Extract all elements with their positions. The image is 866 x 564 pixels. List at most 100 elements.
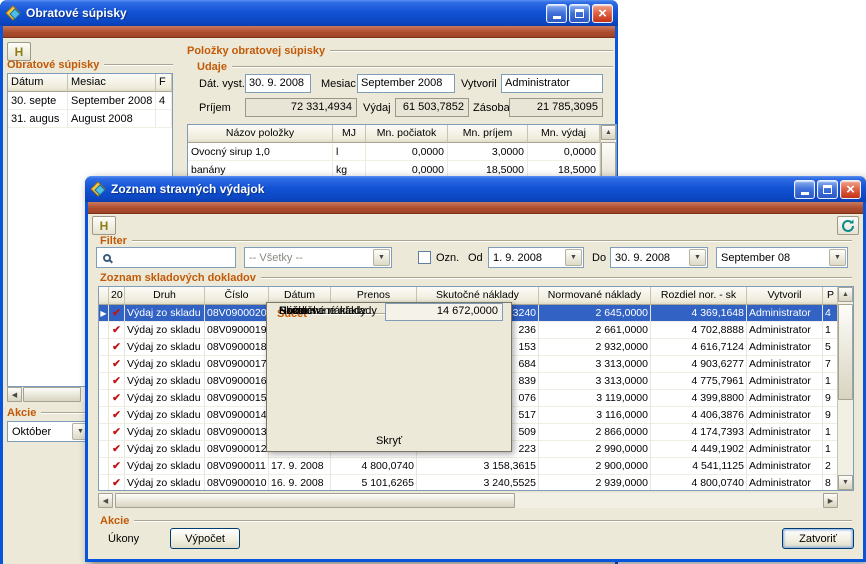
cell-normovane: 2 939,0000 <box>539 475 651 491</box>
check-icon[interactable]: ✔ <box>109 458 125 475</box>
column-header-mn-pociatok[interactable]: Mn. počiatok <box>366 125 448 143</box>
cell-normovane: 3 119,0000 <box>539 390 651 407</box>
date-from-picker[interactable]: 1. 9. 2008 <box>488 247 584 268</box>
search-input[interactable] <box>114 252 232 264</box>
column-header-mn-prijem[interactable]: Mn. príjem <box>448 125 528 143</box>
scroll-left-icon[interactable] <box>98 493 113 508</box>
check-icon[interactable]: ✔ <box>109 373 125 390</box>
cell-vytvoril: Administrator <box>747 339 823 356</box>
column-header-normovane[interactable]: Normované náklady <box>539 287 651 305</box>
cell-vytvoril: Administrator <box>747 458 823 475</box>
check-icon[interactable]: ✔ <box>109 390 125 407</box>
close-icon <box>846 182 855 197</box>
column-header-datum[interactable]: Dátum <box>8 74 68 92</box>
cell-druh: Výdaj zo skladu <box>125 339 205 356</box>
cell-mn-pociatok: 0,0000 <box>366 143 448 161</box>
scroll-up-icon[interactable] <box>838 287 853 302</box>
zatvorit-button[interactable]: Zatvoriť <box>782 528 854 549</box>
items-table-body: Ovocný sirup 1,0 l 0,0000 3,0000 0,0000 … <box>188 143 616 179</box>
grid-hscrollbar[interactable] <box>98 493 854 508</box>
column-header-check[interactable]: 20 <box>109 287 125 305</box>
list-item[interactable]: 30. septe September 2008 4 <box>8 92 172 110</box>
check-icon[interactable]: ✔ <box>109 322 125 339</box>
chevron-down-icon[interactable] <box>829 249 846 266</box>
date-from-value: 1. 9. 2008 <box>489 252 564 264</box>
refresh-button[interactable] <box>837 216 859 235</box>
vscroll-thumb[interactable] <box>838 304 853 400</box>
column-header-mn-vydaj[interactable]: Mn. výdaj <box>528 125 600 143</box>
maximize-button[interactable] <box>817 180 838 199</box>
check-icon[interactable]: ✔ <box>109 407 125 424</box>
check-icon[interactable]: ✔ <box>109 356 125 373</box>
hide-button[interactable]: Skryť <box>267 435 511 447</box>
cell-rozdiel: 4 616,7124 <box>651 339 747 356</box>
grid-vscrollbar[interactable] <box>837 287 853 490</box>
close-button[interactable] <box>840 180 861 199</box>
label-mesiac: Mesiac <box>321 78 356 90</box>
cell-cislo: 08V0900017 <box>205 356 269 373</box>
list-item[interactable]: 31. augus August 2008 <box>8 110 172 128</box>
check-icon[interactable]: ✔ <box>109 441 125 458</box>
date-to-picker[interactable]: 30. 9. 2008 <box>610 247 708 268</box>
chevron-down-icon[interactable] <box>565 249 582 266</box>
cell-normovane: 2 645,0000 <box>539 305 651 322</box>
column-header-mesiac[interactable]: Mesiac <box>68 74 156 92</box>
table-row[interactable]: Ovocný sirup 1,0 l 0,0000 3,0000 0,0000 <box>188 143 616 161</box>
table-row[interactable]: ✔ Výdaj zo skladu 08V0900010 16. 9. 2008… <box>99 475 839 491</box>
check-icon[interactable]: ✔ <box>109 424 125 441</box>
column-header-cislo[interactable]: Číslo <box>205 287 269 305</box>
column-header-vytvoril[interactable]: Vytvoril <box>747 287 823 305</box>
cell-cislo: 08V0900012 <box>205 441 269 458</box>
cell-datum: 30. septe <box>8 92 68 110</box>
cell-rozdiel: 4 800,0740 <box>651 475 747 491</box>
scroll-left-icon[interactable] <box>7 387 22 402</box>
cell-druh: Výdaj zo skladu <box>125 373 205 390</box>
column-header-nazov[interactable]: Názov položky <box>188 125 333 143</box>
hscroll-thumb[interactable] <box>23 387 81 402</box>
month-dropdown[interactable]: September 08 <box>716 247 848 268</box>
vypocet-button[interactable]: Výpočet <box>170 528 240 549</box>
scroll-down-icon[interactable] <box>838 475 853 490</box>
column-header-f[interactable]: F <box>156 74 172 92</box>
column-header-rozdiel[interactable]: Rozdiel nor. - sk <box>651 287 747 305</box>
cell-nazov: Ovocný sirup 1,0 <box>188 143 333 161</box>
h-button[interactable]: H <box>92 216 116 235</box>
search-box[interactable] <box>96 247 236 268</box>
ukony-button[interactable]: Úkony <box>102 529 145 549</box>
column-header-selector[interactable] <box>99 287 109 305</box>
column-header-druh[interactable]: Druh <box>125 287 205 305</box>
ozn-checkbox[interactable] <box>418 251 431 264</box>
cell-cislo: 08V0900018 <box>205 339 269 356</box>
back-titlebar[interactable]: Obratové súpisky <box>0 0 618 26</box>
group-label-akcie-back: Akcie <box>7 407 36 419</box>
row-selector-icon <box>99 441 109 458</box>
sum-field-label: Réžia <box>279 305 307 317</box>
check-icon[interactable]: ✔ <box>109 305 125 322</box>
field-dat-vyst[interactable]: 30. 9. 2008 <box>245 74 311 93</box>
check-icon[interactable]: ✔ <box>109 339 125 356</box>
close-button[interactable] <box>592 4 613 23</box>
field-vytvoril[interactable]: Administrator <box>501 74 603 93</box>
group-label-akcie: Akcie <box>100 515 129 527</box>
front-titlebar[interactable]: Zoznam stravných výdajok <box>85 176 866 202</box>
month-dropdown-back[interactable]: Október <box>7 421 91 442</box>
minimize-button[interactable] <box>794 180 815 199</box>
maximize-button[interactable] <box>569 4 590 23</box>
row-selector-icon <box>99 373 109 390</box>
cell-normovane: 3 313,0000 <box>539 356 651 373</box>
row-selector-icon <box>99 424 109 441</box>
type-dropdown[interactable]: -- Všetky -- <box>244 247 392 268</box>
cell-cislo: 08V0900010 <box>205 475 269 491</box>
check-icon[interactable]: ✔ <box>109 475 125 491</box>
chevron-down-icon[interactable] <box>373 249 390 266</box>
column-header-mj[interactable]: MJ <box>333 125 366 143</box>
label-od: Od <box>468 252 483 264</box>
scroll-right-icon[interactable] <box>823 493 838 508</box>
minimize-button[interactable] <box>546 4 567 23</box>
scroll-up-icon[interactable] <box>601 125 616 140</box>
table-row[interactable]: ✔ Výdaj zo skladu 08V0900011 17. 9. 2008… <box>99 458 839 475</box>
chevron-down-icon[interactable] <box>689 249 706 266</box>
hscroll-thumb[interactable] <box>115 493 515 508</box>
row-selector-icon <box>99 407 109 424</box>
field-mesiac[interactable]: September 2008 <box>357 74 455 93</box>
